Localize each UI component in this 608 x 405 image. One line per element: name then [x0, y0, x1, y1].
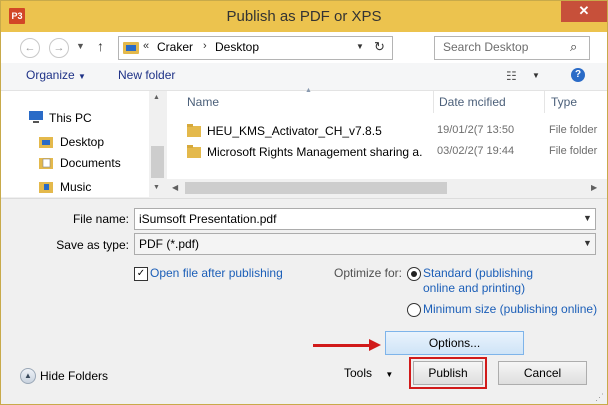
- minimum-size-option[interactable]: Minimum size (publishing online): [423, 302, 597, 316]
- file-name-label: File name:: [72, 212, 129, 226]
- computer-icon: [29, 111, 43, 123]
- help-icon[interactable]: ?: [571, 68, 585, 82]
- breadcrumb-separator-icon: ›: [203, 40, 207, 52]
- address-row: ← → ▼ ↑ « Craker › Desktop ▼ ↻ Search De…: [1, 32, 607, 63]
- file-name-field[interactable]: iSumsoft Presentation.pdf ▼: [134, 208, 596, 230]
- file-date: 03/02/2(7 19:44: [437, 145, 515, 157]
- file-name: HEU_KMS_Activator_CH_v7.8.5: [207, 124, 382, 138]
- view-options-icon[interactable]: ☷: [506, 69, 517, 83]
- search-icon[interactable]: ⌕: [570, 39, 577, 55]
- file-type: File folder: [549, 124, 598, 136]
- close-button[interactable]: ✕: [561, 1, 607, 22]
- breadcrumb-craker[interactable]: Craker: [157, 40, 193, 54]
- search-input[interactable]: Search Desktop ⌕: [434, 36, 590, 60]
- toolbar: Organize ▼ New folder ☷ ▼ ?: [1, 63, 607, 91]
- checkmark-icon: ✓: [136, 268, 146, 279]
- minimum-size-radio[interactable]: [407, 303, 421, 317]
- pc-location-icon: [123, 42, 139, 54]
- file-type: File folder: [549, 145, 598, 157]
- save-as-type-dropdown-icon[interactable]: ▼: [583, 238, 592, 248]
- documents-folder-icon: [39, 158, 53, 169]
- breadcrumb-desktop[interactable]: Desktop: [215, 40, 259, 54]
- nav-label-this-pc: This PC: [49, 111, 92, 125]
- open-after-label[interactable]: Open file after publishing: [150, 266, 283, 280]
- scroll-right-icon[interactable]: ▶: [591, 183, 597, 192]
- annotation-arrow-head: [369, 339, 381, 351]
- file-name-value: iSumsoft Presentation.pdf: [139, 212, 277, 226]
- file-date: 19/01/2(7 13:50: [437, 124, 515, 136]
- column-name[interactable]: Name: [187, 95, 219, 109]
- scroll-down-icon[interactable]: ▼: [153, 184, 160, 191]
- publish-highlight-box: [409, 357, 487, 389]
- sort-ascending-icon: ▲: [305, 87, 312, 94]
- column-date-modified[interactable]: Date mcified: [439, 95, 506, 109]
- file-name-dropdown-icon[interactable]: ▼: [583, 213, 592, 223]
- nav-label-desktop: Desktop: [60, 135, 105, 149]
- desktop-folder-icon: [39, 137, 53, 148]
- history-dropdown-icon[interactable]: ▼: [76, 41, 85, 51]
- scrollbar-thumb[interactable]: [151, 146, 164, 178]
- file-name: Microsoft Rights Management sharing a.: [207, 145, 423, 159]
- file-list-scrollbar[interactable]: ◀ ▶: [167, 179, 607, 197]
- standard-option-line1[interactable]: Standard (publishing: [423, 266, 533, 280]
- save-as-type-label: Save as type:: [56, 238, 129, 252]
- file-row[interactable]: HEU_KMS_Activator_CH_v7.8.5 19/01/2(7 13…: [167, 121, 607, 141]
- hide-folders-icon[interactable]: ▲: [20, 368, 36, 384]
- tools-menu[interactable]: Tools ▼: [344, 366, 393, 380]
- standard-option-line2[interactable]: online and printing): [423, 281, 525, 295]
- address-dropdown-icon[interactable]: ▼: [356, 42, 364, 51]
- view-dropdown-icon[interactable]: ▼: [532, 71, 540, 80]
- file-row[interactable]: Microsoft Rights Management sharing a. 0…: [167, 142, 607, 162]
- column-separator: [433, 91, 434, 113]
- search-placeholder: Search Desktop: [443, 40, 529, 54]
- folder-icon: [187, 124, 201, 137]
- nav-label-music: Music: [60, 180, 92, 194]
- navigation-scrollbar[interactable]: ▲ ▼: [149, 91, 166, 197]
- save-as-type-value: PDF (*.pdf): [139, 237, 200, 251]
- up-arrow-icon[interactable]: ↑: [97, 38, 104, 54]
- navigation-pane: This PC Desktop Documents Music: [1, 91, 149, 197]
- new-folder-button[interactable]: New folder: [118, 68, 175, 82]
- publish-dialog: P3 Publish as PDF or XPS ✕ ← → ▼ ↑ « Cra…: [0, 0, 608, 405]
- save-as-type-select[interactable]: PDF (*.pdf) ▼: [134, 233, 596, 255]
- horizontal-scrollbar-thumb[interactable]: [185, 182, 447, 194]
- back-arrow-icon[interactable]: ←: [20, 38, 40, 58]
- title-bar: P3 Publish as PDF or XPS ✕: [1, 1, 607, 32]
- tools-dropdown-icon[interactable]: ▼: [385, 370, 393, 379]
- resize-grip-icon[interactable]: ⋰: [595, 392, 604, 403]
- options-button[interactable]: Options...: [385, 331, 524, 355]
- standard-radio[interactable]: [407, 267, 421, 281]
- optimize-for-label: Optimize for:: [334, 266, 403, 280]
- open-after-checkbox[interactable]: ✓: [134, 267, 148, 281]
- organize-button[interactable]: Organize ▼: [26, 68, 86, 82]
- radio-selected-dot: [411, 271, 417, 277]
- nav-label-documents: Documents: [60, 156, 121, 170]
- cancel-button[interactable]: Cancel: [498, 361, 587, 385]
- dialog-title: Publish as PDF or XPS: [226, 8, 382, 25]
- breadcrumb-overflow[interactable]: «: [143, 40, 149, 52]
- forward-arrow-icon[interactable]: →: [49, 38, 69, 58]
- column-type[interactable]: Type: [551, 95, 577, 109]
- column-separator: [544, 91, 545, 113]
- refresh-icon[interactable]: ↻: [374, 39, 385, 55]
- folder-icon: [187, 145, 201, 158]
- hide-folders-label[interactable]: Hide Folders: [40, 369, 108, 383]
- annotation-arrow-shaft: [313, 344, 371, 347]
- address-bar[interactable]: « Craker › Desktop ▼ ↻: [118, 36, 393, 60]
- scroll-left-icon[interactable]: ◀: [172, 183, 178, 192]
- scroll-up-icon[interactable]: ▲: [153, 94, 160, 101]
- music-folder-icon: [39, 182, 53, 193]
